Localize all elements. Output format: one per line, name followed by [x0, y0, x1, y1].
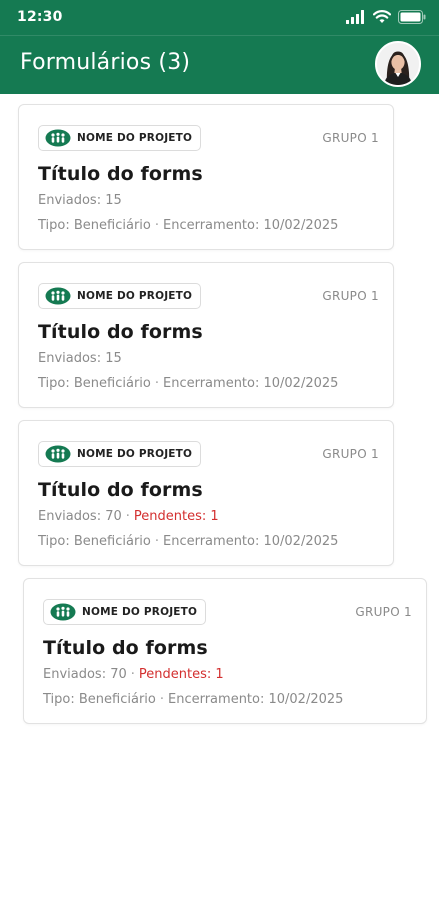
project-logo-icon [45, 129, 71, 147]
type-label: Tipo: Beneficiário [38, 534, 151, 549]
deadline-label: Encerramento: 10/02/2025 [168, 692, 344, 707]
form-card[interactable]: NOME DO PROJETO GRUPO 1 Título do forms … [18, 262, 394, 408]
project-name: NOME DO PROJETO [82, 606, 198, 618]
group-label: GRUPO 1 [322, 131, 379, 145]
type-label: Tipo: Beneficiário [43, 692, 156, 707]
battery-icon [398, 10, 426, 24]
form-meta: Tipo: Beneficiário · Encerramento: 10/02/2… [38, 218, 338, 233]
form-meta: Tipo: Beneficiário · Encerramento: 10/02/2… [38, 534, 338, 549]
pending-label: Pendentes: 1 [138, 667, 224, 682]
header: 12:30 Formulários (3) [0, 0, 439, 94]
project-tag: NOME DO PROJETO [38, 283, 202, 309]
group-label: GRUPO 1 [322, 289, 379, 303]
separator: · [154, 534, 159, 549]
project-tag: NOME DO PROJETO [38, 125, 202, 151]
sent-count: Enviados: 70 · Pendentes: 1 [38, 509, 219, 524]
status-time: 12:30 [17, 9, 63, 25]
form-meta: Tipo: Beneficiário · Encerramento: 10/02/2… [38, 376, 338, 391]
status-bar: 12:30 [0, 0, 439, 36]
deadline-label: Encerramento: 10/02/2025 [163, 534, 339, 549]
sent-label: Enviados: 15 [38, 193, 122, 208]
avatar[interactable] [375, 41, 421, 87]
deadline-label: Encerramento: 10/02/2025 [163, 218, 339, 233]
project-name: NOME DO PROJETO [77, 132, 193, 144]
project-logo-icon [45, 287, 71, 305]
app-screen: 12:30 Formulários (3) NOME DO PROJETO GR… [0, 0, 439, 900]
sent-count: Enviados: 15 [38, 193, 122, 208]
wifi-icon [373, 10, 391, 23]
form-meta: Tipo: Beneficiário · Encerramento: 10/02/2… [43, 692, 343, 707]
project-tag: NOME DO PROJETO [38, 441, 202, 467]
project-tag: NOME DO PROJETO [43, 599, 207, 625]
sent-count: Enviados: 70 · Pendentes: 1 [43, 667, 224, 682]
deadline-label: Encerramento: 10/02/2025 [163, 376, 339, 391]
form-title: Título do forms [38, 321, 203, 343]
form-card[interactable]: NOME DO PROJETO GRUPO 1 Título do forms … [23, 578, 427, 724]
separator: · [125, 509, 130, 524]
form-card[interactable]: NOME DO PROJETO GRUPO 1 Título do forms … [18, 104, 394, 250]
form-title: Título do forms [38, 479, 203, 501]
form-card[interactable]: NOME DO PROJETO GRUPO 1 Título do forms … [18, 420, 394, 566]
type-label: Tipo: Beneficiário [38, 218, 151, 233]
pending-label: Pendentes: 1 [133, 509, 219, 524]
user-photo-icon [377, 43, 419, 85]
sent-label: Enviados: 70 [38, 509, 122, 524]
project-name: NOME DO PROJETO [77, 290, 193, 302]
form-title: Título do forms [38, 163, 203, 185]
separator: · [154, 376, 159, 391]
project-logo-icon [45, 445, 71, 463]
separator: · [154, 218, 159, 233]
sent-label: Enviados: 15 [38, 351, 122, 366]
group-label: GRUPO 1 [322, 447, 379, 461]
status-icons [346, 10, 426, 24]
sent-label: Enviados: 70 [43, 667, 127, 682]
project-logo-icon [50, 603, 76, 621]
type-label: Tipo: Beneficiário [38, 376, 151, 391]
project-name: NOME DO PROJETO [77, 448, 193, 460]
form-title: Título do forms [43, 637, 208, 659]
separator: · [130, 667, 135, 682]
signal-icon [346, 10, 364, 24]
page-title: Formulários (3) [20, 50, 191, 75]
sent-count: Enviados: 15 [38, 351, 122, 366]
group-label: GRUPO 1 [355, 605, 412, 619]
separator: · [159, 692, 164, 707]
